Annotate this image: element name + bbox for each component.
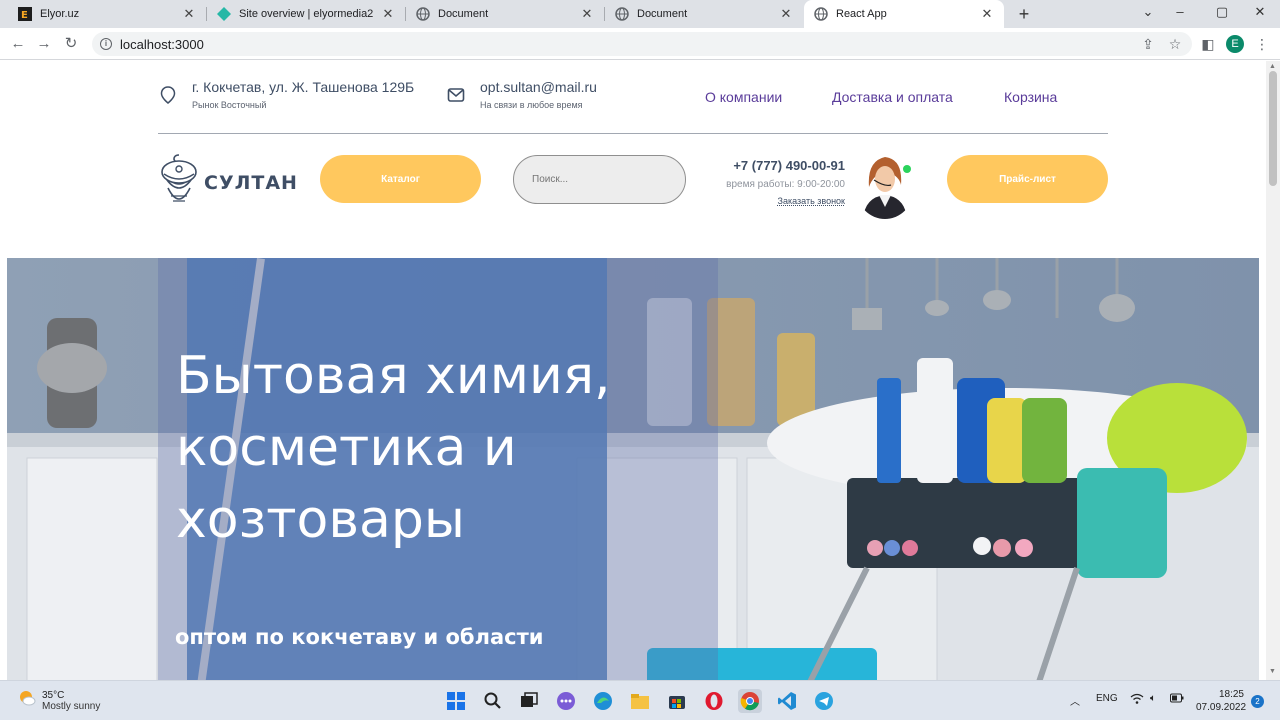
address-text: г. Кокчетав, ул. Ж. Ташенова 129Б	[192, 79, 415, 95]
vscode-icon[interactable]	[775, 689, 799, 713]
hero-banner: Бытовая химия, косметика и хозтовары опт…	[7, 258, 1259, 680]
share-icon[interactable]: ⇪	[1138, 34, 1158, 54]
chat-icon[interactable]	[554, 689, 578, 713]
notification-badge[interactable]: 2	[1251, 695, 1264, 708]
globe-icon	[615, 7, 629, 21]
browser-tab-bar: E Elyor.uz ✕ Site overview | elyormedia2…	[0, 0, 1280, 28]
globe-icon	[814, 7, 828, 21]
side-panel-icon[interactable]: ◧	[1198, 34, 1218, 54]
elyor-favicon-icon: E	[18, 7, 32, 21]
tab-title: Document	[637, 8, 688, 20]
weather-widget[interactable]: 35°C Mostly sunny	[18, 689, 100, 712]
clock-time: 18:25	[1218, 689, 1244, 700]
clock-date: 07.09.2022	[1196, 702, 1247, 713]
tab-site-overview[interactable]: Site overview | elyormedia2 ✕	[207, 0, 405, 28]
reload-icon[interactable]: ↻	[61, 34, 81, 54]
operator-avatar	[857, 147, 913, 219]
chrome-icon[interactable]	[738, 689, 762, 713]
system-clock[interactable]: 18:25 07.09.2022	[1196, 688, 1247, 714]
maximize-icon[interactable]: ▢	[1212, 4, 1232, 20]
search-input[interactable]	[513, 155, 686, 204]
search-icon[interactable]	[481, 689, 505, 713]
email-text[interactable]: opt.sultan@mail.ru	[480, 79, 597, 95]
temperature: 35°C	[42, 689, 65, 701]
hero-title-line: косметика и	[176, 418, 517, 478]
nav-cart[interactable]: Корзина	[1004, 89, 1057, 105]
close-icon[interactable]: ✕	[182, 6, 196, 22]
tab-search-chevron-icon[interactable]: ⌄	[1138, 4, 1158, 20]
phone-number[interactable]: +7 (777) 490-00-91	[714, 158, 845, 173]
close-icon[interactable]: ✕	[779, 6, 793, 22]
tab-react-app[interactable]: React App ✕	[804, 0, 1004, 28]
windows-taskbar: 35°C Mostly sunny ︿ ENG 🔈︎ 18:25 07.09.2…	[0, 680, 1280, 720]
url-field[interactable]: i localhost:3000	[92, 32, 1192, 56]
profile-avatar[interactable]: E	[1226, 35, 1244, 53]
hero-title: Бытовая химия, косметика и хозтовары	[176, 340, 696, 556]
minimize-icon[interactable]: –	[1170, 4, 1190, 19]
url-text: localhost:3000	[120, 36, 204, 52]
scroll-down-icon[interactable]: ▼	[1269, 668, 1276, 675]
hero-title-line: Бытовая химия,	[176, 346, 611, 406]
bookmark-star-icon[interactable]: ☆	[1165, 34, 1185, 54]
callback-link[interactable]: Заказать звонок	[714, 196, 845, 206]
back-arrow-icon[interactable]: ←	[8, 34, 28, 54]
language-indicator[interactable]: ENG	[1096, 693, 1118, 704]
weather-text: Mostly sunny	[42, 700, 101, 712]
sun-cloud-icon	[18, 689, 36, 712]
page-scrollbar[interactable]: ▲ ▼	[1266, 61, 1280, 680]
hero-title-line: хозтовары	[176, 490, 465, 550]
nav-about[interactable]: О компании	[705, 89, 782, 105]
close-icon[interactable]: ✕	[381, 6, 395, 22]
tab-title: React App	[836, 8, 887, 20]
edge-browser-icon[interactable]	[591, 689, 615, 713]
store-icon[interactable]	[665, 689, 689, 713]
telegram-icon[interactable]	[812, 689, 836, 713]
site-info-icon[interactable]: i	[100, 38, 112, 50]
wifi-icon[interactable]	[1130, 693, 1144, 708]
hero-subtitle: оптом по кокчетаву и области	[175, 625, 544, 649]
tab-elyor[interactable]: E Elyor.uz ✕	[8, 0, 206, 28]
forward-arrow-icon[interactable]: →	[34, 34, 54, 54]
logo-text: СУЛТАН	[204, 171, 298, 194]
tab-title: Document	[438, 8, 489, 20]
email-subtext: На связи в любое время	[480, 100, 583, 110]
netlify-diamond-icon	[217, 7, 231, 21]
new-tab-button[interactable]: +	[1014, 4, 1034, 24]
catalog-button[interactable]: Каталог	[320, 155, 481, 203]
sultan-turban-icon	[158, 152, 200, 213]
scroll-up-icon[interactable]: ▲	[1269, 63, 1276, 70]
svg-text:E: E	[21, 10, 28, 21]
globe-icon	[416, 7, 430, 21]
address-contact: г. Кокчетав, ул. Ж. Ташенова 129Б Рынок …	[158, 79, 414, 110]
mail-icon	[446, 85, 466, 105]
online-status-dot	[903, 165, 911, 173]
tab-document-2[interactable]: Document ✕	[605, 0, 803, 28]
file-explorer-icon[interactable]	[628, 689, 652, 713]
battery-icon[interactable]	[1170, 693, 1184, 706]
price-list-button[interactable]: Прайс-лист	[947, 155, 1108, 203]
header-divider	[158, 133, 1108, 134]
tab-title: Elyor.uz	[40, 8, 80, 20]
tray-chevron-icon[interactable]: ︿	[1070, 693, 1080, 708]
address-subtext: Рынок Восточный	[192, 100, 267, 110]
volume-icon[interactable]: 🔈︎	[1150, 693, 1156, 704]
page-viewport: г. Кокчетав, ул. Ж. Ташенова 129Б Рынок …	[0, 61, 1266, 680]
opera-icon[interactable]	[702, 689, 726, 713]
email-contact: opt.sultan@mail.ru На связи в любое врем…	[446, 79, 597, 110]
close-icon[interactable]: ✕	[980, 6, 994, 22]
task-view-icon[interactable]	[517, 689, 541, 713]
location-pin-icon	[158, 85, 178, 105]
tab-document-1[interactable]: Document ✕	[406, 0, 604, 28]
tab-title: Site overview | elyormedia2	[239, 8, 374, 20]
close-window-icon[interactable]: ✕	[1250, 4, 1270, 20]
sultan-logo[interactable]: СУЛТАН	[158, 152, 298, 213]
address-bar: ← → ↻ i localhost:3000 ⇪ ☆ ◧ E ⋮	[0, 28, 1280, 60]
nav-delivery[interactable]: Доставка и оплата	[832, 89, 953, 105]
phone-block: +7 (777) 490-00-91 время работы: 9:00-20…	[714, 158, 845, 206]
scrollbar-thumb[interactable]	[1269, 71, 1277, 186]
menu-kebab-icon[interactable]: ⋮	[1252, 34, 1272, 54]
working-hours: время работы: 9:00-20:00	[726, 179, 845, 190]
close-icon[interactable]: ✕	[580, 6, 594, 22]
windows-start-icon[interactable]	[444, 689, 468, 713]
